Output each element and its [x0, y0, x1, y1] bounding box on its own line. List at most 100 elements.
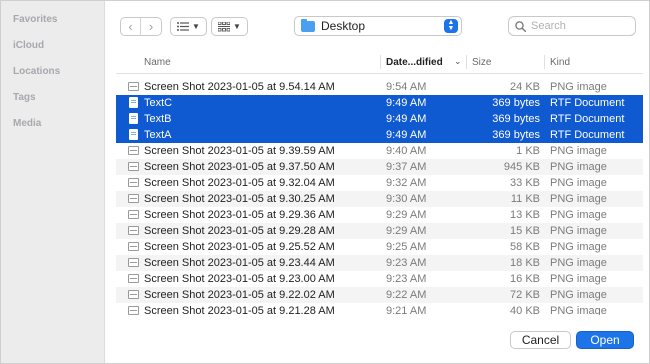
file-name: Screen Shot 2023-01-05 at 9.37.50 AM: [144, 161, 335, 173]
chevron-down-icon: ▼: [233, 22, 241, 31]
file-name: TextA: [144, 129, 172, 141]
file-date-modified: 9:49 AM: [386, 97, 427, 109]
back-button[interactable]: ‹: [121, 18, 142, 35]
file-kind: PNG image: [550, 273, 607, 285]
image-file-icon: [128, 178, 139, 187]
up-down-arrows-icon: ▲ ▼: [444, 19, 458, 33]
image-file-icon: [128, 242, 139, 251]
file-size: 369 bytes: [492, 113, 540, 125]
file-kind: RTF Document: [550, 129, 625, 141]
sidebar-section-locations[interactable]: Locations: [13, 66, 60, 77]
sidebar-section-favorites[interactable]: Favorites: [13, 14, 57, 25]
file-date-modified: 9:40 AM: [386, 145, 427, 157]
file-row[interactable]: Screen Shot 2023-01-05 at 9.23.44 AM 9:23…: [116, 255, 643, 271]
file-size: 24 KB: [510, 81, 540, 93]
file-kind: PNG image: [550, 161, 607, 173]
open-button[interactable]: Open: [576, 331, 634, 349]
file-date-modified: 9:21 AM: [386, 305, 427, 315]
sidebar: Favorites iCloud Locations Tags Media: [1, 1, 105, 363]
file-kind: PNG image: [550, 209, 607, 221]
file-row[interactable]: Screen Shot 2023-01-05 at 9.21.28 AM 9:21…: [116, 303, 643, 315]
column-divider[interactable]: [380, 55, 381, 69]
file-date-modified: 9:22 AM: [386, 289, 427, 301]
file-row[interactable]: TextA 9:49 AM 369 bytes RTF Document: [116, 127, 643, 143]
file-kind: PNG image: [550, 289, 607, 301]
file-name: TextB: [144, 113, 172, 125]
search-field[interactable]: [508, 16, 636, 36]
file-kind: PNG image: [550, 225, 607, 237]
sidebar-section-media[interactable]: Media: [13, 118, 41, 129]
file-row[interactable]: TextC 9:49 AM 369 bytes RTF Document: [116, 95, 643, 111]
file-name: Screen Shot 2023-01-05 at 9.25.52 AM: [144, 241, 335, 253]
file-row[interactable]: Screen Shot 2023-01-05 at 9.23.00 AM 9:23…: [116, 271, 643, 287]
file-row[interactable]: Screen Shot 2023-01-05 at 9.54.14 AM 9:54…: [116, 79, 643, 95]
chevron-down-icon: ▼: [192, 22, 200, 31]
location-popup[interactable]: Desktop ▲ ▼: [294, 16, 462, 36]
navigation-buttons: ‹ ›: [120, 17, 162, 36]
list-view-button[interactable]: ▼: [170, 17, 207, 36]
group-view-button[interactable]: ▼: [211, 17, 248, 36]
column-headers: Name Date...dified ⌄ Size Kind: [116, 52, 643, 74]
column-header-name[interactable]: Name: [144, 57, 171, 68]
file-kind: RTF Document: [550, 113, 625, 125]
folder-icon: [301, 18, 315, 32]
file-row[interactable]: Screen Shot 2023-01-05 at 9.29.36 AM 9:29…: [116, 207, 643, 223]
file-size: 72 KB: [510, 289, 540, 301]
column-header-date-modified[interactable]: Date...dified: [386, 57, 443, 68]
column-divider[interactable]: [544, 55, 545, 69]
forward-button[interactable]: ›: [141, 18, 161, 35]
file-date-modified: 9:29 AM: [386, 209, 427, 221]
search-icon: [515, 20, 526, 32]
image-file-icon: [128, 82, 139, 91]
file-browser: ‹ › ▼ ▼ Desktop ▲ ▼ Search Name Date...d…: [106, 1, 649, 363]
file-row[interactable]: Screen Shot 2023-01-05 at 9.22.02 AM 9:22…: [116, 287, 643, 303]
column-header-size[interactable]: Size: [472, 57, 491, 68]
file-size: 13 KB: [510, 209, 540, 221]
file-row[interactable]: TextB 9:49 AM 369 bytes RTF Document: [116, 111, 643, 127]
file-size: 33 KB: [510, 177, 540, 189]
sidebar-section-icloud[interactable]: iCloud: [13, 40, 44, 51]
file-row[interactable]: Screen Shot 2023-01-05 at 9.29.28 AM 9:29…: [116, 223, 643, 239]
grid-view-icon: [218, 21, 231, 31]
file-row[interactable]: Screen Shot 2023-01-05 at 9.30.25 AM 9:30…: [116, 191, 643, 207]
file-name: Screen Shot 2023-01-05 at 9.30.25 AM: [144, 193, 335, 205]
file-row[interactable]: Screen Shot 2023-01-05 at 9.37.50 AM 9:37…: [116, 159, 643, 175]
open-file-dialog: Favorites iCloud Locations Tags Media ‹ …: [0, 0, 650, 364]
file-name: Screen Shot 2023-01-05 at 9.32.04 AM: [144, 177, 335, 189]
document-file-icon: [129, 129, 138, 140]
document-file-icon: [129, 113, 138, 124]
chevron-right-icon: ›: [148, 19, 154, 34]
file-kind: PNG image: [550, 81, 607, 93]
file-size: 18 KB: [510, 257, 540, 269]
file-size: 11 KB: [510, 193, 540, 205]
column-divider[interactable]: [466, 55, 467, 69]
file-size: 40 KB: [510, 305, 540, 315]
file-size: 369 bytes: [492, 129, 540, 141]
document-file-icon: [129, 97, 138, 108]
file-kind: PNG image: [550, 305, 607, 315]
image-file-icon: [128, 258, 139, 267]
cancel-button[interactable]: Cancel: [510, 331, 571, 349]
file-name: Screen Shot 2023-01-05 at 9.39.59 AM: [144, 145, 335, 157]
file-date-modified: 9:29 AM: [386, 225, 427, 237]
search-input[interactable]: [531, 20, 631, 32]
file-row[interactable]: Screen Shot 2023-01-05 at 9.39.59 AM 9:40…: [116, 143, 643, 159]
file-name: Screen Shot 2023-01-05 at 9.29.28 AM: [144, 225, 335, 237]
file-kind: PNG image: [550, 177, 607, 189]
file-date-modified: 9:54 AM: [386, 81, 427, 93]
file-row[interactable]: Screen Shot 2023-01-05 at 9.32.04 AM 9:32…: [116, 175, 643, 191]
file-date-modified: 9:32 AM: [386, 177, 427, 189]
image-file-icon: [128, 306, 139, 315]
file-name: Screen Shot 2023-01-05 at 9.29.36 AM: [144, 209, 335, 221]
file-list: Screen Shot 2023-01-05 at 9.54.14 AM 9:54…: [116, 79, 643, 315]
sidebar-section-tags[interactable]: Tags: [13, 92, 36, 103]
column-header-kind[interactable]: Kind: [550, 57, 570, 68]
file-date-modified: 9:23 AM: [386, 257, 427, 269]
file-row[interactable]: Screen Shot 2023-01-05 at 9.25.52 AM 9:25…: [116, 239, 643, 255]
file-size: 1 KB: [516, 145, 540, 157]
file-date-modified: 9:37 AM: [386, 161, 427, 173]
file-size: 15 KB: [510, 225, 540, 237]
file-date-modified: 9:49 AM: [386, 129, 427, 141]
file-kind: PNG image: [550, 193, 607, 205]
file-size: 945 KB: [503, 161, 540, 173]
